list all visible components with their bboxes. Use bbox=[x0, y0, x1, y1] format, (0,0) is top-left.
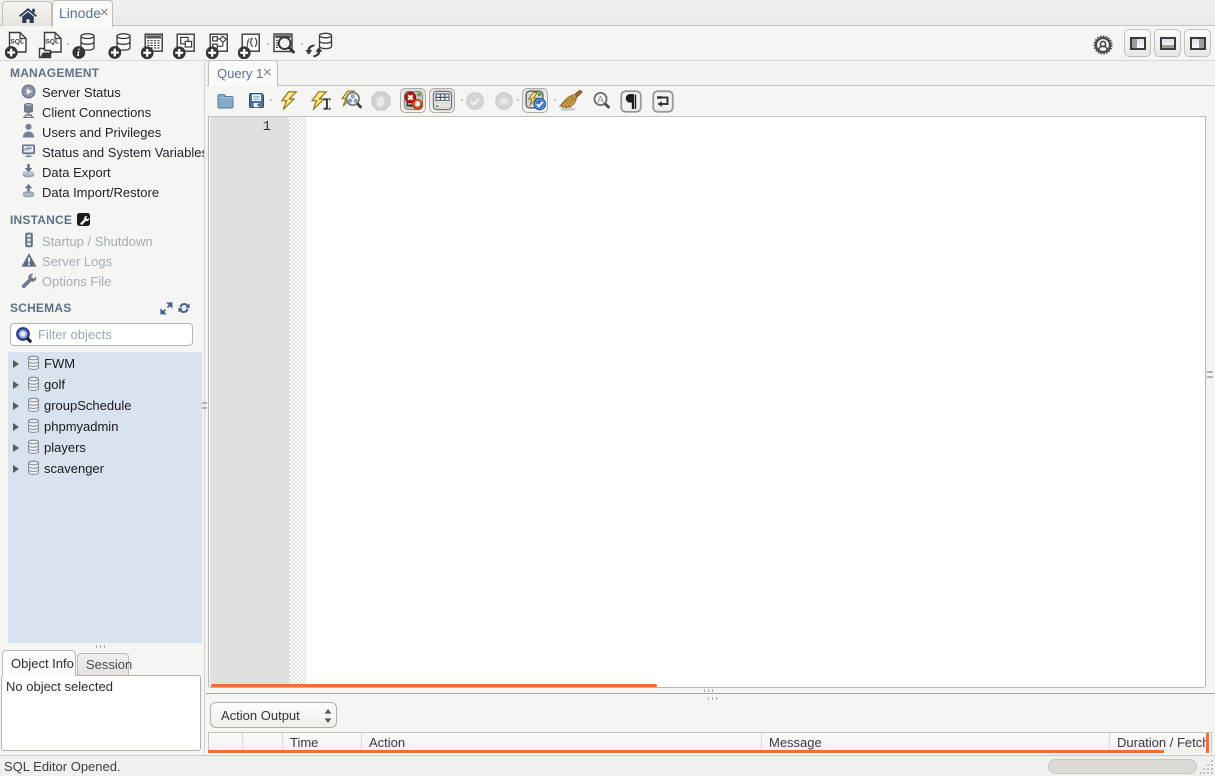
svg-text:i: i bbox=[77, 48, 80, 59]
svg-text:A: A bbox=[597, 94, 604, 105]
svg-text:SQL: SQL bbox=[10, 39, 24, 46]
svg-text:SQL: SQL bbox=[45, 39, 59, 46]
